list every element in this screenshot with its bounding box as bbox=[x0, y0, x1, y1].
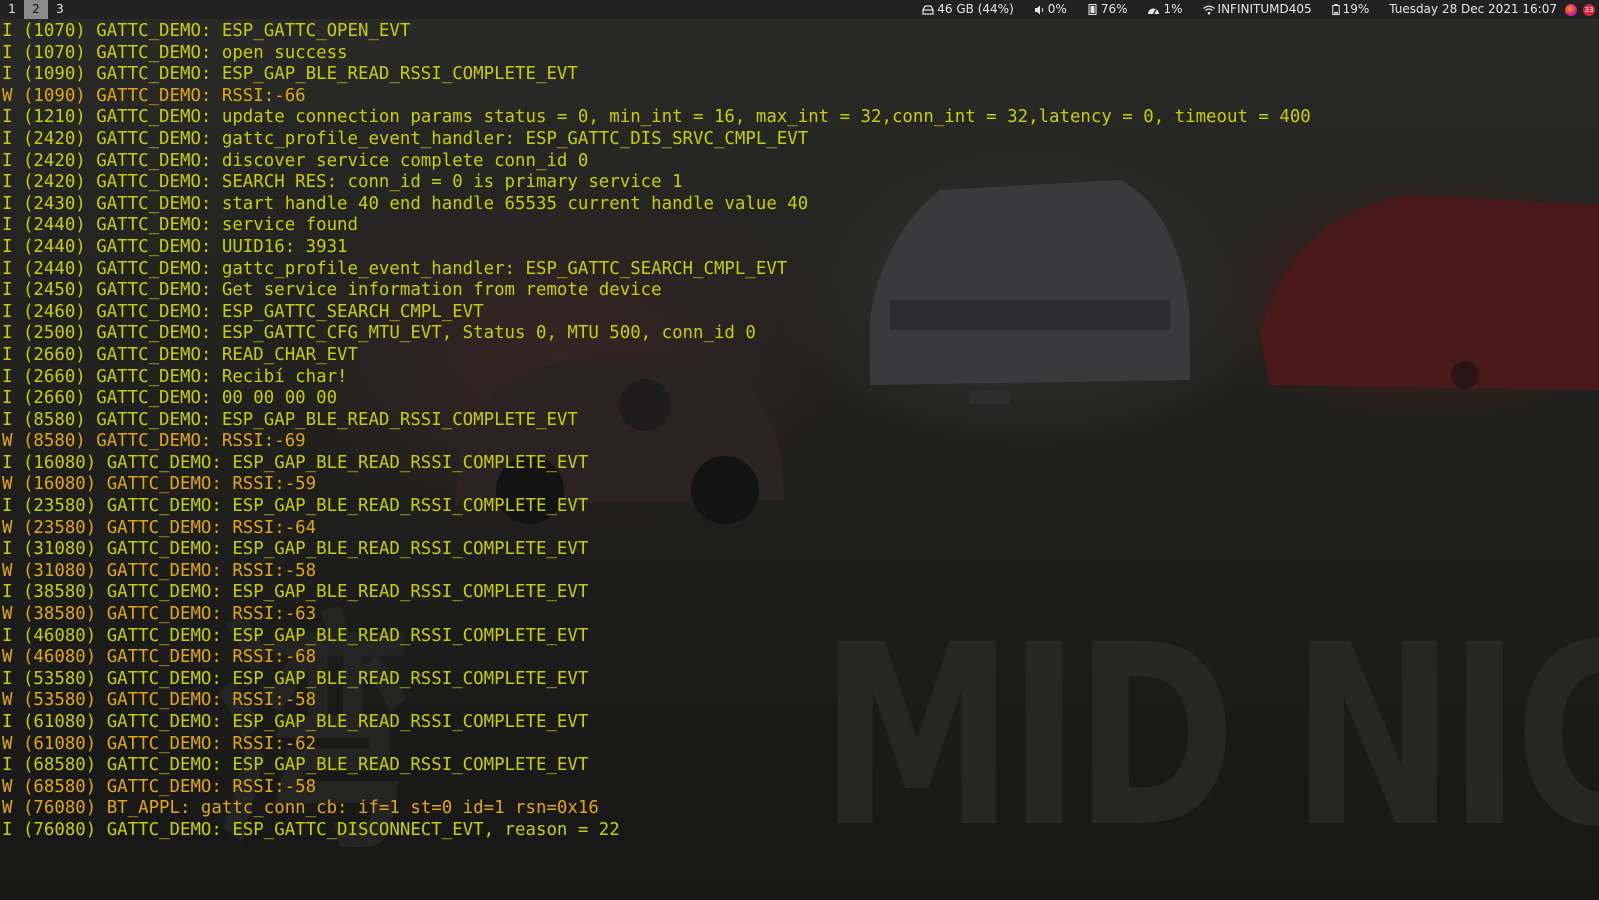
log-line-info: I (2660) GATTC_DEMO: 00 00 00 00 bbox=[2, 388, 338, 409]
workspace-3-button[interactable]: 3 bbox=[48, 0, 72, 19]
log-line-warning: W (76080) BT_APPL: gattc_conn_cb: if=1 s… bbox=[2, 798, 599, 819]
terminal-output[interactable]: I (1070) GATTC_DEMO: ESP_GATTC_OPEN_EVT I… bbox=[2, 21, 1311, 842]
log-line-warning: W (53580) GATTC_DEMO: RSSI:-58 bbox=[2, 690, 317, 711]
workspace-switcher: 123 bbox=[0, 0, 72, 19]
battery-status: 19% bbox=[1331, 0, 1370, 19]
status-area: 46 GB (44%) 0% 76% 1% INFINITUMD405 19% bbox=[902, 0, 1599, 19]
disk-status: 46 GB (44%) bbox=[922, 0, 1014, 19]
volume-status[interactable]: 0% bbox=[1034, 0, 1067, 19]
memory-text: 76% bbox=[1100, 2, 1128, 16]
log-line-info: I (2450) GATTC_DEMO: Get service informa… bbox=[2, 280, 662, 301]
speaker-icon bbox=[1034, 5, 1044, 14]
log-line-info: I (1070) GATTC_DEMO: ESP_GATTC_OPEN_EVT bbox=[2, 21, 411, 41]
log-line-info: I (68580) GATTC_DEMO: ESP_GAP_BLE_READ_R… bbox=[2, 755, 589, 776]
top-status-bar: 123 46 GB (44%) 0% 76% 1% INFINITUMD405 bbox=[0, 0, 1599, 19]
log-line-info: I (31080) GATTC_DEMO: ESP_GAP_BLE_READ_R… bbox=[2, 539, 589, 560]
disk-icon bbox=[922, 4, 934, 15]
log-line-warning: W (1090) GATTC_DEMO: RSSI:-66 bbox=[2, 85, 306, 106]
workspace-2-button[interactable]: 2 bbox=[24, 0, 48, 19]
log-line-info: I (53580) GATTC_DEMO: ESP_GAP_BLE_READ_R… bbox=[2, 668, 589, 689]
log-line-info: I (2460) GATTC_DEMO: ESP_GATTC_SEARCH_CM… bbox=[2, 301, 484, 322]
desktop-screen: 湾 MID NIGHT 123 46 GB (44%) 0% 76% 1% bbox=[0, 0, 1599, 900]
volume-text: 0% bbox=[1047, 2, 1067, 16]
notification-icon[interactable]: 33 bbox=[1583, 3, 1595, 16]
log-line-info: I (2420) GATTC_DEMO: discover service co… bbox=[2, 150, 589, 171]
log-line-info: I (23580) GATTC_DEMO: ESP_GAP_BLE_READ_R… bbox=[2, 496, 589, 517]
log-line-warning: W (68580) GATTC_DEMO: RSSI:-58 bbox=[2, 776, 317, 797]
datetime-text: Tuesday 28 Dec 2021 16:07 bbox=[1389, 2, 1557, 16]
memory-status: 76% bbox=[1087, 0, 1128, 19]
log-line-info: I (2440) GATTC_DEMO: UUID16: 3931 bbox=[2, 236, 348, 257]
log-line-warning: W (8580) GATTC_DEMO: RSSI:-69 bbox=[2, 431, 306, 452]
log-line-info: I (2420) GATTC_DEMO: gattc_profile_event… bbox=[2, 128, 809, 149]
battery-icon bbox=[1331, 4, 1340, 15]
log-line-info: I (2500) GATTC_DEMO: ESP_GATTC_CFG_MTU_E… bbox=[2, 323, 756, 344]
log-line-info: I (2430) GATTC_DEMO: start handle 40 end… bbox=[2, 193, 809, 214]
memory-icon bbox=[1088, 4, 1097, 15]
log-line-info: I (2660) GATTC_DEMO: Recibí char! bbox=[2, 366, 348, 387]
log-line-warning: W (16080) GATTC_DEMO: RSSI:-59 bbox=[2, 474, 317, 495]
cpu-text: 1% bbox=[1163, 2, 1183, 16]
clock: Tuesday 28 Dec 2021 16:07 bbox=[1389, 0, 1557, 19]
cpu-status: 1% bbox=[1147, 0, 1183, 19]
log-line-warning: W (31080) GATTC_DEMO: RSSI:-58 bbox=[2, 560, 317, 581]
log-line-info: I (1090) GATTC_DEMO: ESP_GAP_BLE_READ_RS… bbox=[2, 64, 578, 85]
workspace-1-button[interactable]: 1 bbox=[0, 0, 24, 19]
log-line-warning: W (61080) GATTC_DEMO: RSSI:-62 bbox=[2, 733, 317, 754]
cpu-gauge-icon bbox=[1148, 8, 1160, 14]
log-line-info: I (2660) GATTC_DEMO: READ_CHAR_EVT bbox=[2, 344, 358, 365]
log-line-info: I (1210) GATTC_DEMO: update connection p… bbox=[2, 107, 1311, 128]
log-line-info: I (2440) GATTC_DEMO: gattc_profile_event… bbox=[2, 258, 788, 279]
log-line-warning: W (38580) GATTC_DEMO: RSSI:-63 bbox=[2, 604, 317, 625]
log-line-info: I (8580) GATTC_DEMO: ESP_GAP_BLE_READ_RS… bbox=[2, 409, 578, 430]
log-line-info: I (76080) GATTC_DEMO: ESP_GATTC_DISCONNE… bbox=[2, 819, 620, 840]
firefox-icon[interactable] bbox=[1565, 3, 1577, 16]
log-line-warning: W (46080) GATTC_DEMO: RSSI:-68 bbox=[2, 647, 317, 668]
battery-text: 19% bbox=[1342, 2, 1370, 16]
log-line-info: I (46080) GATTC_DEMO: ESP_GAP_BLE_READ_R… bbox=[2, 625, 589, 646]
log-line-warning: W (23580) GATTC_DEMO: RSSI:-64 bbox=[2, 517, 317, 538]
log-line-info: I (1070) GATTC_DEMO: open success bbox=[2, 42, 348, 63]
disk-usage-text: 46 GB (44%) bbox=[937, 2, 1014, 16]
log-line-info: I (38580) GATTC_DEMO: ESP_GAP_BLE_READ_R… bbox=[2, 582, 589, 603]
log-line-info: I (61080) GATTC_DEMO: ESP_GAP_BLE_READ_R… bbox=[2, 712, 589, 732]
log-line-info: I (16080) GATTC_DEMO: ESP_GAP_BLE_READ_R… bbox=[2, 452, 589, 473]
wifi-status[interactable]: INFINITUMD405 bbox=[1202, 0, 1312, 19]
log-line-info: I (2420) GATTC_DEMO: SEARCH RES: conn_id… bbox=[2, 172, 683, 193]
log-line-info: I (2440) GATTC_DEMO: service found bbox=[2, 215, 358, 236]
wifi-icon bbox=[1202, 5, 1215, 14]
wifi-ssid-text: INFINITUMD405 bbox=[1217, 2, 1312, 16]
